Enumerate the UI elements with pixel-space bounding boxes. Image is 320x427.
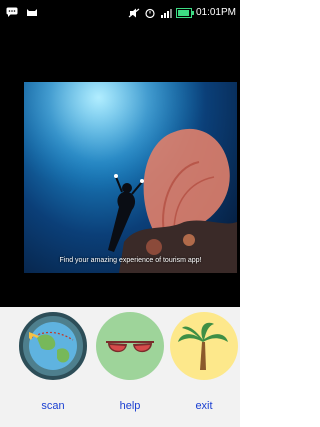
- diver-coral-illustration: [24, 82, 237, 273]
- scan-label[interactable]: scan: [19, 400, 87, 412]
- cat-icon: [27, 9, 37, 16]
- hero-tagline: Find your amazing experience of tourism …: [59, 257, 202, 264]
- bottom-menu: scan help exit: [0, 307, 240, 427]
- app-viewport: Find your amazing experience of tourism …: [0, 28, 240, 307]
- globe-airplane-icon[interactable]: [19, 312, 87, 380]
- status-bar: 01:01PM: [0, 0, 240, 28]
- exit-button[interactable]: exit: [170, 312, 238, 412]
- signal-icon: [160, 8, 172, 18]
- message-icon: [6, 7, 18, 17]
- help-button[interactable]: help: [96, 312, 164, 412]
- palm-tree-icon[interactable]: [170, 312, 238, 380]
- hero-banner: Find your amazing experience of tourism …: [24, 82, 237, 273]
- alarm-icon: [145, 8, 155, 18]
- scan-button[interactable]: scan: [19, 312, 87, 412]
- status-left-icons: [6, 7, 38, 17]
- battery-icon: [175, 7, 194, 18]
- status-right-icons: 01:01PM: [128, 7, 236, 18]
- status-time: 01:01PM: [195, 7, 236, 18]
- help-label[interactable]: help: [96, 400, 164, 412]
- exit-label[interactable]: exit: [170, 400, 238, 412]
- mute-icon: [128, 8, 140, 17]
- sunglasses-icon[interactable]: [96, 312, 164, 380]
